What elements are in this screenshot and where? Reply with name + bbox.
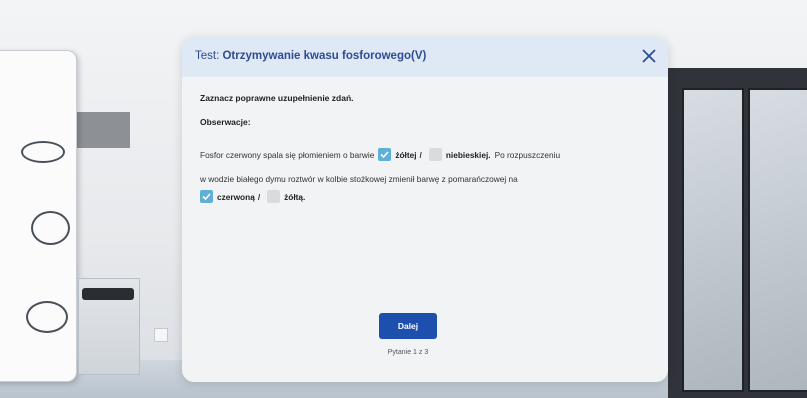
instruction-text: Zaznacz poprawne uzupełnienie zdań. <box>200 93 354 103</box>
dialog-header: Test: Otrzymywanie kwasu fosforowego(V) <box>182 37 668 77</box>
sentence-part-1: Fosfor czerwony spala się płomieniem o b… <box>200 149 375 160</box>
checkbox-option-niebieskiej[interactable] <box>428 148 442 161</box>
quiz-dialog: Test: Otrzymywanie kwasu fosforowego(V) … <box>182 37 668 382</box>
close-button[interactable] <box>638 45 660 67</box>
option-separator: / <box>419 149 422 160</box>
title-name: Otrzymywanie kwasu fosforowego(V) <box>222 50 427 62</box>
checkbox-option-zoltej[interactable] <box>378 148 392 161</box>
option-label[interactable]: żółtej <box>395 150 416 160</box>
check-icon <box>380 151 389 159</box>
sentence-line-1: Fosfor czerwony spala się płomieniem o b… <box>200 148 560 161</box>
cabinet-door <box>682 88 744 392</box>
controller-drawing <box>21 141 65 163</box>
observations-label: Obserwacje: <box>200 117 251 127</box>
option-label[interactable]: czerwoną <box>217 192 255 202</box>
instruction-whiteboard <box>0 50 77 382</box>
sentence-line-2: w wodzie białego dymu roztwór w kolbie s… <box>200 174 518 184</box>
check-icon <box>202 193 211 201</box>
title-prefix: Test: <box>195 50 223 62</box>
controller-drawing <box>26 301 68 333</box>
next-button[interactable]: Dalej <box>379 313 437 339</box>
glass-cabinet <box>668 68 807 398</box>
option-separator: / <box>257 191 261 202</box>
question-counter: Pytanie 1 z 3 <box>387 349 429 356</box>
sentence-line-3: czerwoną / żółtą. <box>200 190 305 203</box>
option-label[interactable]: niebieskiej. <box>446 150 491 160</box>
sentence-part-3: w wodzie białego dymu roztwór w kolbie s… <box>200 174 518 184</box>
checkbox-option-zolta[interactable] <box>267 190 281 203</box>
cabinet-door <box>748 88 807 392</box>
sentence-part-2: Po rozpuszczeniu <box>494 149 561 160</box>
option-label[interactable]: żółtą. <box>284 192 305 202</box>
checkbox-option-czerwona[interactable] <box>200 190 213 203</box>
waste-bin-opening <box>82 288 134 300</box>
dialog-title: Test: Otrzymywanie kwasu fosforowego(V) <box>195 50 426 62</box>
controller-drawing <box>31 211 70 245</box>
close-icon <box>642 49 656 63</box>
wall-outlet <box>154 328 168 342</box>
